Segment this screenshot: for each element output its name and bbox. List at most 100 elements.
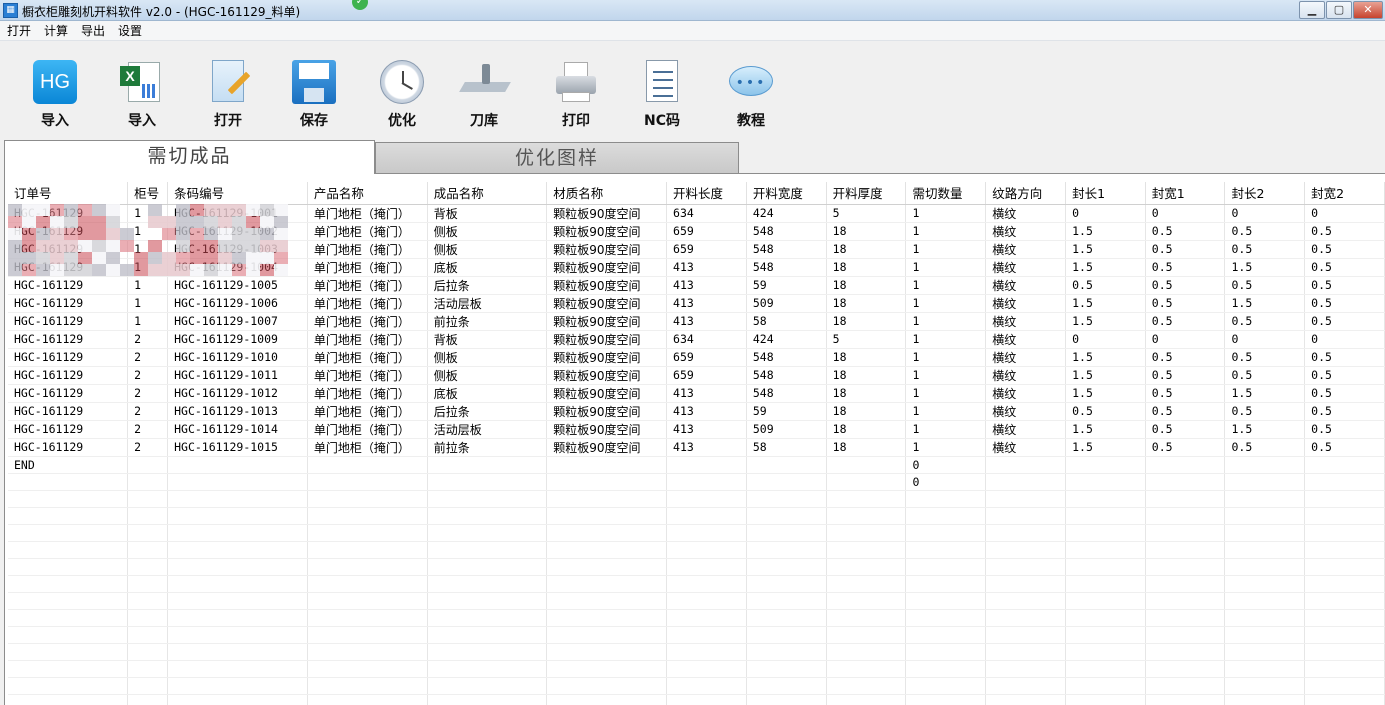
table-cell[interactable] [666, 507, 747, 525]
table-cell[interactable] [546, 524, 668, 542]
table-cell[interactable] [127, 643, 169, 661]
optimize-button[interactable]: 优化 [367, 60, 437, 132]
table-cell[interactable] [1224, 473, 1306, 491]
table-cell[interactable] [985, 456, 1067, 474]
table-cell[interactable] [905, 507, 987, 525]
table-cell[interactable] [127, 677, 169, 695]
import-hg-button[interactable]: HG 导入 [20, 60, 90, 132]
table-cell[interactable]: 0 [905, 473, 987, 491]
table-cell[interactable]: 509 [746, 420, 827, 439]
table-cell[interactable]: 1 [127, 312, 169, 331]
table-cell[interactable]: HGC-161129 [8, 384, 129, 403]
table-cell[interactable] [546, 609, 668, 627]
table-cell[interactable] [1304, 694, 1385, 705]
table-cell[interactable]: HGC-161129-1015 [167, 438, 308, 457]
table-cell[interactable]: 0.5 [1065, 276, 1146, 295]
table-cell[interactable]: HGC-161129-1006 [167, 294, 308, 313]
table-cell[interactable]: 0.5 [1304, 258, 1385, 277]
table-cell[interactable] [1224, 626, 1306, 644]
table-cell[interactable] [1304, 626, 1385, 644]
table-cell[interactable] [1304, 660, 1385, 678]
table-cell[interactable]: HGC-161129-1011 [167, 366, 308, 385]
table-cell[interactable]: 背板 [427, 330, 548, 349]
table-cell[interactable]: 0.5 [1224, 402, 1306, 421]
table-cell[interactable] [8, 524, 129, 542]
column-header[interactable]: 开料厚度 [826, 182, 907, 205]
table-cell[interactable]: 424 [746, 204, 827, 223]
table-cell[interactable]: 颗粒板90度空间 [546, 402, 668, 421]
table-cell[interactable] [307, 456, 428, 474]
table-cell[interactable]: 颗粒板90度空间 [546, 294, 668, 313]
table-cell[interactable] [1224, 677, 1306, 695]
table-cell[interactable]: 0 [1224, 204, 1306, 223]
table-cell[interactable]: HGC-161129-1012 [167, 384, 308, 403]
table-cell[interactable] [167, 660, 308, 678]
table-cell[interactable] [1145, 524, 1226, 542]
table-row[interactable]: HGC-161129 2 HGC-161129-1014 单门地柜（掩门） 活动层板 颗粒… [8, 420, 1385, 439]
table-cell[interactable]: 0.5 [1145, 348, 1226, 367]
table-cell[interactable]: 前拉条 [427, 438, 548, 457]
table-cell[interactable] [427, 694, 548, 705]
empty-row[interactable] [8, 541, 1385, 559]
table-cell[interactable] [1304, 575, 1385, 593]
table-cell[interactable] [427, 473, 548, 491]
table-cell[interactable]: 1 [905, 348, 987, 367]
table-cell[interactable] [905, 694, 987, 705]
table-cell[interactable] [427, 456, 548, 474]
table-cell[interactable]: 0.5 [1304, 384, 1385, 403]
table-cell[interactable]: 横纹 [985, 204, 1067, 223]
table-cell[interactable] [1065, 490, 1146, 508]
table-cell[interactable] [546, 677, 668, 695]
table-cell[interactable] [1304, 473, 1385, 491]
column-header[interactable]: 封宽1 [1145, 182, 1226, 205]
table-cell[interactable] [427, 592, 548, 610]
table-cell[interactable] [427, 490, 548, 508]
table-cell[interactable] [167, 473, 308, 491]
table-cell[interactable]: 18 [826, 402, 907, 421]
table-cell[interactable] [1065, 643, 1146, 661]
table-row[interactable]: HGC-161129 1 HGC-161129-1006 单门地柜（掩门） 活动层板 颗粒… [8, 294, 1385, 313]
table-cell[interactable] [826, 626, 907, 644]
table-cell[interactable]: HGC-161129-1001 [167, 204, 308, 223]
table-cell[interactable] [1145, 490, 1226, 508]
table-cell[interactable]: 0.5 [1304, 366, 1385, 385]
table-cell[interactable] [127, 541, 169, 559]
table-cell[interactable]: 前拉条 [427, 312, 548, 331]
table-cell[interactable]: 2 [127, 402, 169, 421]
table-cell[interactable]: 0.5 [1145, 294, 1226, 313]
table-cell[interactable]: 0.5 [1145, 402, 1226, 421]
table-cell[interactable]: 413 [666, 276, 747, 295]
table-cell[interactable] [427, 558, 548, 576]
table-cell[interactable]: 18 [826, 276, 907, 295]
table-cell[interactable] [1145, 507, 1226, 525]
table-cell[interactable] [307, 558, 428, 576]
table-cell[interactable] [746, 694, 827, 705]
empty-row[interactable] [8, 694, 1385, 705]
table-cell[interactable]: 1.5 [1065, 312, 1146, 331]
table-cell[interactable] [985, 660, 1067, 678]
table-cell[interactable]: 58 [746, 438, 827, 457]
table-cell[interactable] [1145, 609, 1226, 627]
table-row[interactable]: HGC-161129 2 HGC-161129-1012 单门地柜（掩门） 底板 颗粒板9… [8, 384, 1385, 403]
table-cell[interactable]: 18 [826, 240, 907, 259]
column-header[interactable]: 需切数量 [905, 182, 987, 205]
table-cell[interactable]: 5 [826, 204, 907, 223]
table-cell[interactable]: 单门地柜（掩门） [307, 294, 428, 313]
table-cell[interactable]: 1 [905, 438, 987, 457]
table-cell[interactable] [746, 677, 827, 695]
table-cell[interactable]: 18 [826, 312, 907, 331]
table-cell[interactable]: 1 [127, 240, 169, 259]
table-cell[interactable]: 2 [127, 438, 169, 457]
table-cell[interactable] [307, 677, 428, 695]
table-cell[interactable]: 0.5 [1145, 438, 1226, 457]
table-cell[interactable]: 0.5 [1065, 402, 1146, 421]
table-cell[interactable]: 1 [905, 330, 987, 349]
table-cell[interactable]: 0.5 [1304, 438, 1385, 457]
table-cell[interactable] [905, 626, 987, 644]
table-cell[interactable]: 0.5 [1224, 312, 1306, 331]
table-cell[interactable] [666, 643, 747, 661]
table-cell[interactable] [127, 660, 169, 678]
table-cell[interactable]: 413 [666, 258, 747, 277]
table-cell[interactable] [1065, 473, 1146, 491]
table-cell[interactable]: 18 [826, 294, 907, 313]
